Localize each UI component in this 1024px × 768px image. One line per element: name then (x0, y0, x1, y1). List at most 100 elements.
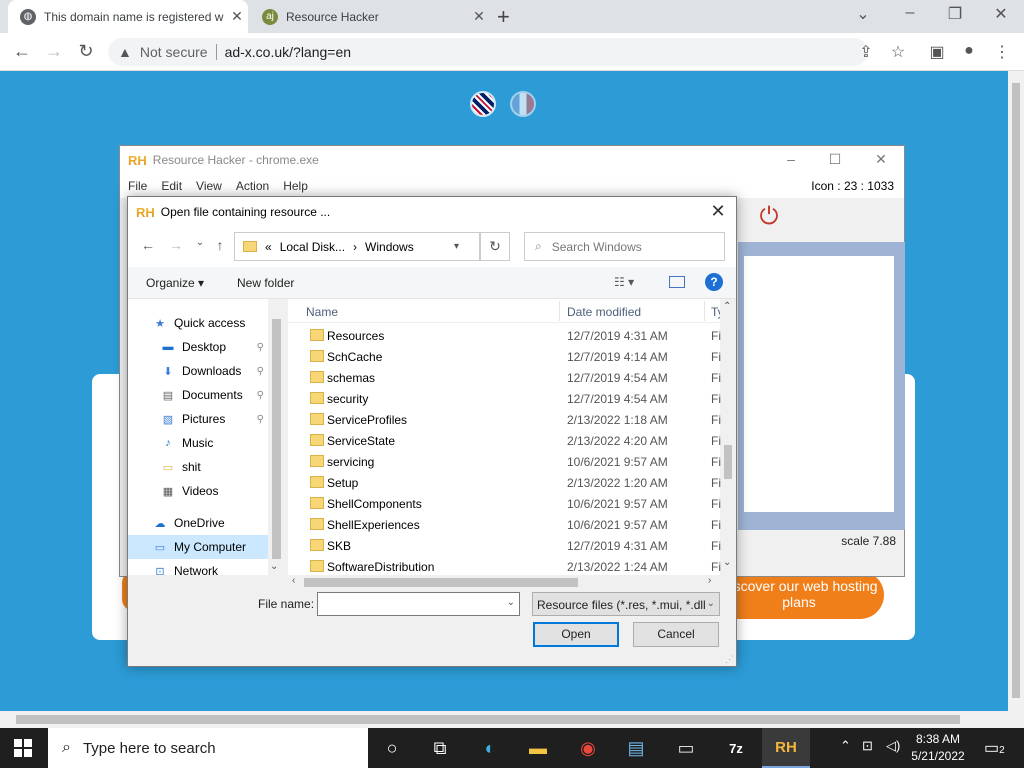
edge-icon[interactable]: ◐ (466, 728, 514, 768)
cancel-button[interactable]: Cancel (633, 622, 719, 647)
scroll-left-icon[interactable]: ‹ (292, 575, 295, 586)
file-name-input[interactable]: ⌄ (317, 592, 520, 616)
warning-icon[interactable]: ▲ (118, 44, 132, 60)
chrome-icon[interactable]: ◉ (564, 728, 612, 768)
resource-hacker-icon[interactable]: RH (762, 728, 810, 768)
nav-scrollbar[interactable]: ⌄ (268, 299, 285, 575)
share-icon[interactable]: ⇪ (854, 42, 878, 62)
nav-item-network[interactable]: ⊡ Network (128, 559, 268, 575)
volume-icon[interactable]: ◁) (886, 738, 900, 754)
menu-help[interactable]: Help (283, 179, 308, 193)
nav-item-desktop[interactable]: ▬ Desktop ⚲ (128, 335, 268, 359)
breadcrumb-separator[interactable]: › (353, 240, 357, 254)
tab-search-icon[interactable]: ⌄ (848, 4, 878, 24)
breadcrumb-local-disk[interactable]: Local Disk... (280, 240, 345, 254)
control-panel-icon[interactable]: ▤ (612, 728, 660, 768)
address-bar[interactable]: ▲ Not secure ad-x.co.uk/?lang=en (108, 38, 868, 66)
file-row[interactable]: ShellComponents 10/6/2021 9:57 AM Fi (288, 493, 721, 514)
file-row[interactable]: Resources 12/7/2019 4:31 AM Fi (288, 325, 721, 346)
tab-resource-hacker[interactable]: aj Resource Hacker ✕ (250, 0, 490, 33)
chevron-down-icon[interactable]: ⌄ (707, 598, 715, 609)
rh-minimize-button[interactable]: – (776, 151, 806, 167)
file-row[interactable]: security 12/7/2019 4:54 AM Fi (288, 388, 721, 409)
scroll-right-icon[interactable]: › (708, 575, 711, 586)
forward-arrow-icon[interactable]: → (166, 237, 186, 253)
column-date-modified[interactable]: Date modified (567, 305, 641, 319)
nav-item-my-computer[interactable]: ▭ My Computer (128, 535, 268, 559)
nav-item-quick-access[interactable]: ★ Quick access (128, 311, 268, 335)
tab-close-icon[interactable]: ✕ (226, 8, 248, 25)
tab-close-icon[interactable]: ✕ (468, 8, 490, 25)
page-horizontal-scrollbar[interactable] (0, 711, 1024, 728)
reload-button[interactable]: ↻ (74, 41, 98, 62)
nav-item-downloads[interactable]: ⬇ Downloads ⚲ (128, 359, 268, 383)
new-folder-button[interactable]: New folder (237, 276, 294, 290)
close-window-button[interactable]: ✕ (986, 4, 1016, 24)
power-icon[interactable]: ⏻ (754, 202, 784, 232)
file-row[interactable]: servicing 10/6/2021 9:57 AM Fi (288, 451, 721, 472)
file-row[interactable]: ServiceProfiles 2/13/2022 1:18 AM Fi (288, 409, 721, 430)
task-view-icon[interactable]: ⧉ (416, 728, 464, 768)
forward-button[interactable]: → (42, 41, 66, 62)
tab-domain-registered[interactable]: ◍ This domain name is registered w ✕ (8, 0, 248, 33)
file-row[interactable]: schemas 12/7/2019 4:54 AM Fi (288, 367, 721, 388)
uk-flag-icon[interactable] (470, 91, 496, 117)
scroll-down-icon[interactable]: ⌄ (723, 557, 731, 568)
7zip-icon[interactable]: 7z (712, 728, 760, 768)
scrollbar-thumb[interactable] (16, 715, 960, 724)
file-horizontal-scrollbar[interactable]: ‹ › (288, 575, 720, 589)
file-row[interactable]: ServiceState 2/13/2022 4:20 AM Fi (288, 430, 721, 451)
file-row[interactable]: SoftwareDistribution 2/13/2022 1:24 AM Fi (288, 556, 721, 575)
help-button[interactable]: ? (705, 273, 723, 291)
file-row[interactable]: ShellExperiences 10/6/2021 9:57 AM Fi (288, 514, 721, 535)
scroll-down-icon[interactable]: ⌄ (270, 561, 278, 572)
url-text[interactable]: ad-x.co.uk/?lang=en (225, 44, 351, 60)
side-panel-icon[interactable]: ▣ (925, 42, 949, 62)
french-flag-icon[interactable] (510, 91, 536, 117)
breadcrumb[interactable]: « Local Disk... › Windows ▾ (234, 232, 480, 261)
scrollbar-thumb[interactable] (1012, 83, 1020, 698)
search-input[interactable]: ⌕ Search Windows (524, 232, 725, 261)
column-name[interactable]: Name (306, 305, 338, 319)
restore-button[interactable]: ❐ (940, 4, 970, 24)
clock[interactable]: 8:38 AM 5/21/2022 (900, 731, 976, 765)
network-icon[interactable]: ⊡ (862, 738, 873, 754)
page-vertical-scrollbar[interactable] (1008, 71, 1024, 711)
scrollbar-thumb[interactable] (272, 319, 281, 559)
recent-chevron-icon[interactable]: ⌄ (190, 237, 210, 248)
rh-close-button[interactable]: ✕ (866, 151, 896, 168)
organize-button[interactable]: Organize ▾ (146, 276, 204, 290)
terminal-icon[interactable]: ▭ (662, 728, 710, 768)
profile-icon[interactable]: ● (957, 42, 981, 60)
menu-file[interactable]: File (128, 179, 147, 193)
resize-grip-icon[interactable]: ⋰ (725, 654, 734, 665)
cortana-icon[interactable]: ○ (368, 728, 416, 768)
file-row[interactable]: Setup 2/13/2022 1:20 AM Fi (288, 472, 721, 493)
menu-icon[interactable]: ⋮ (990, 42, 1014, 62)
preview-pane-icon[interactable] (669, 276, 685, 288)
hosting-plans-button[interactable]: Discover our web hosting plans (714, 571, 884, 619)
dialog-close-button[interactable]: ✕ (706, 201, 730, 222)
scrollbar-thumb[interactable] (724, 445, 732, 479)
taskbar-search[interactable]: ⌕ Type here to search (48, 728, 368, 768)
menu-view[interactable]: View (196, 179, 222, 193)
windows-start-icon[interactable] (14, 739, 32, 757)
open-button[interactable]: Open (533, 622, 619, 647)
file-row[interactable]: SchCache 12/7/2019 4:14 AM Fi (288, 346, 721, 367)
menu-action[interactable]: Action (236, 179, 269, 193)
refresh-button[interactable]: ↻ (480, 232, 510, 261)
nav-item-onedrive[interactable]: ☁ OneDrive (128, 511, 268, 535)
column-divider[interactable] (559, 301, 560, 321)
view-options-icon[interactable]: ☷ ▾ (614, 275, 634, 289)
chevron-down-icon[interactable]: ▾ (454, 241, 459, 252)
breadcrumb-windows[interactable]: Windows (365, 240, 414, 254)
minimize-button[interactable]: – (895, 4, 925, 22)
back-arrow-icon[interactable]: ← (138, 237, 158, 253)
breadcrumb-overflow[interactable]: « (265, 240, 272, 254)
tray-overflow-icon[interactable]: ⌃ (840, 738, 851, 754)
file-type-select[interactable]: Resource files (*.res, *.mui, *.dll ⌄ (532, 592, 720, 616)
scrollbar-thumb[interactable] (304, 578, 578, 587)
rh-maximize-button[interactable]: ☐ (820, 151, 850, 168)
nav-item-music[interactable]: ♪ Music (128, 431, 268, 455)
nav-item-documents[interactable]: ▤ Documents ⚲ (128, 383, 268, 407)
